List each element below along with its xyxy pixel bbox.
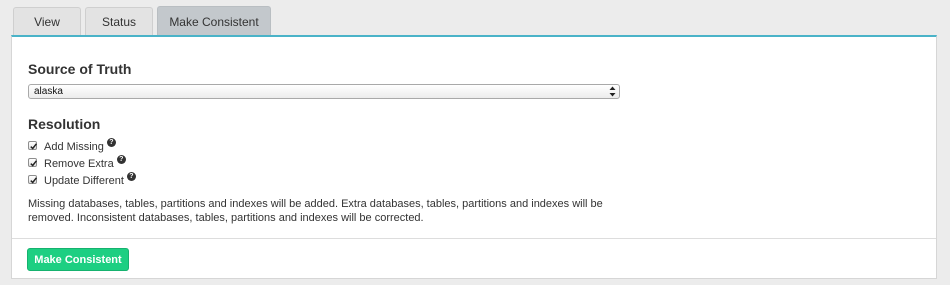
- remove-extra-label: Remove Extra: [44, 157, 114, 170]
- make-consistent-button[interactable]: Make Consistent: [27, 248, 129, 271]
- checkmark-icon: [30, 159, 37, 167]
- tab-bar: View Status Make Consistent: [13, 6, 275, 36]
- make-consistent-panel: Source of Truth alaska Resolution Add Mi…: [11, 35, 937, 279]
- remove-extra-checkbox[interactable]: [28, 157, 37, 167]
- tab-make-consistent[interactable]: Make Consistent: [157, 6, 271, 36]
- add-missing-checkbox[interactable]: [28, 140, 37, 150]
- source-of-truth-select[interactable]: alaska: [28, 84, 620, 99]
- panel-footer: Make Consistent: [12, 238, 936, 278]
- tab-view[interactable]: View: [13, 7, 81, 36]
- source-of-truth-selected-value: alaska: [34, 86, 63, 97]
- option-add-missing: Add Missing ?: [28, 138, 136, 155]
- resolution-description: Missing databases, tables, partitions an…: [28, 198, 603, 224]
- option-remove-extra: Remove Extra ?: [28, 155, 136, 172]
- resolution-options: Add Missing ? Remove Extra ? Update Diff…: [28, 138, 136, 189]
- help-icon[interactable]: ?: [126, 172, 136, 181]
- source-of-truth-title: Source of Truth: [28, 61, 132, 77]
- help-icon[interactable]: ?: [106, 138, 116, 147]
- option-update-different: Update Different ?: [28, 172, 136, 189]
- select-arrows-icon: [609, 86, 616, 97]
- update-different-label: Update Different: [44, 174, 124, 187]
- add-missing-label: Add Missing: [44, 140, 104, 153]
- checkmark-icon: [30, 142, 37, 150]
- help-icon[interactable]: ?: [116, 155, 126, 164]
- tab-status[interactable]: Status: [85, 7, 153, 36]
- checkmark-icon: [30, 176, 37, 184]
- resolution-title: Resolution: [28, 116, 101, 132]
- update-different-checkbox[interactable]: [28, 174, 37, 184]
